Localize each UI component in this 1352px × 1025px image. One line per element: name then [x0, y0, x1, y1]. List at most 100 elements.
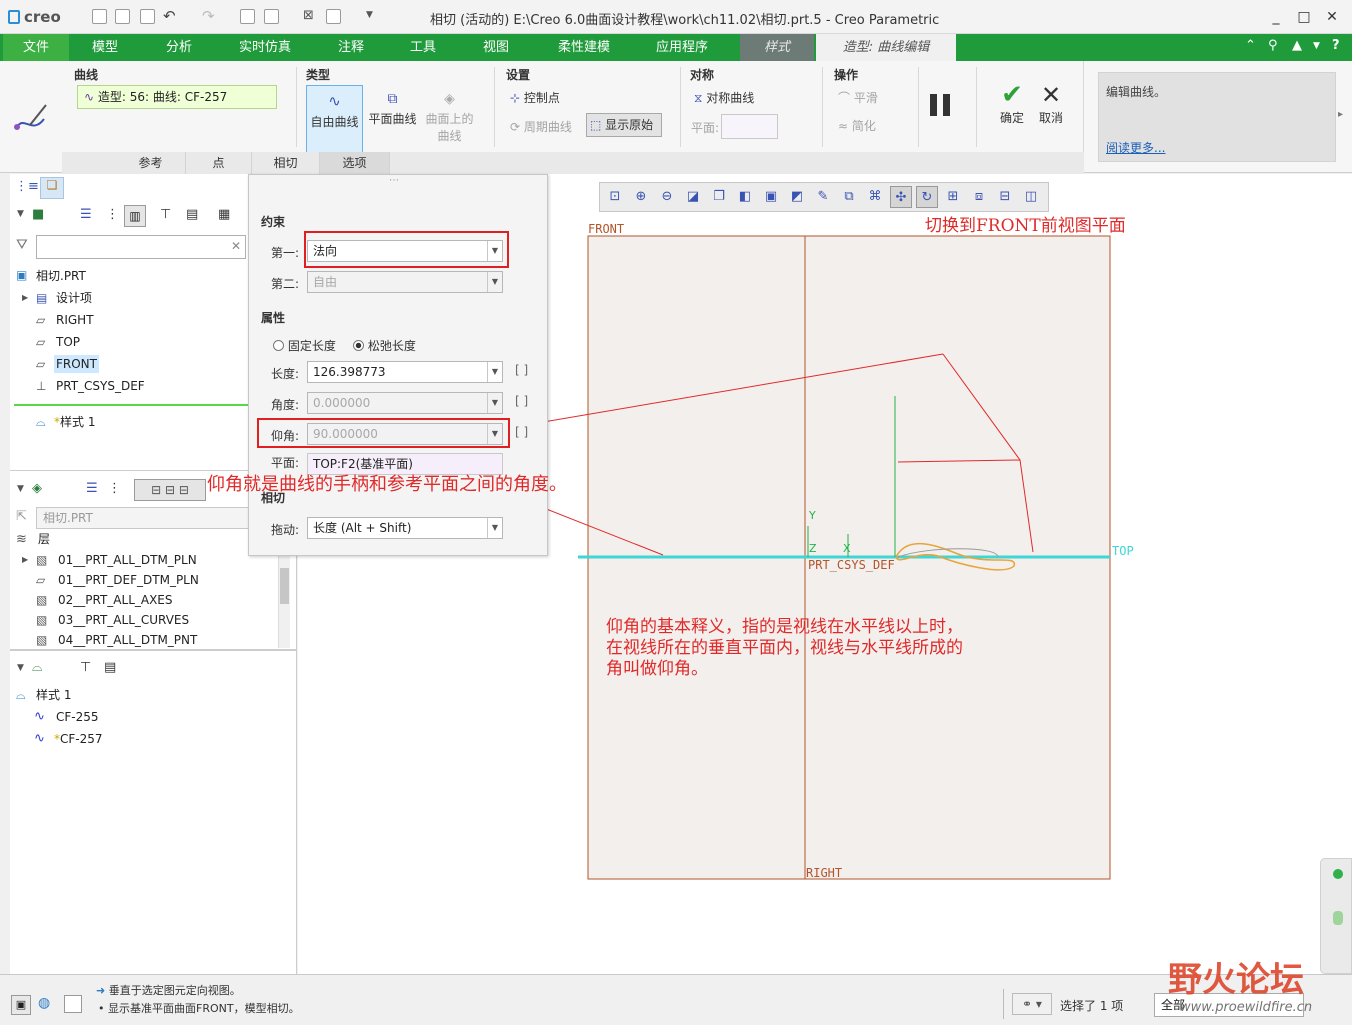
- tree-item-style[interactable]: *样式 1: [54, 413, 95, 431]
- menu-simulate[interactable]: 实时仿真: [226, 34, 304, 61]
- layer-tools-icon[interactable]: ⊟ ⊟ ⊟: [134, 479, 206, 501]
- angle-bracket-icon[interactable]: [ ]: [515, 394, 528, 408]
- tree-item-right[interactable]: RIGHT: [56, 311, 94, 329]
- angle-input[interactable]: 0.000000 ▼: [307, 392, 503, 414]
- ok-button[interactable]: ✔ 确定: [992, 81, 1032, 126]
- folder-browser-tab-icon[interactable]: ❏: [40, 177, 64, 199]
- layer-item[interactable]: 03__PRT_ALL_CURVES: [58, 611, 189, 629]
- tab-references[interactable]: 参考: [116, 152, 186, 174]
- tree-table-icon[interactable]: ▦: [218, 207, 230, 222]
- cos-curve-button[interactable]: ◈ 曲面上的 曲线: [422, 85, 477, 153]
- search-icon[interactable]: ⚲: [1268, 38, 1278, 53]
- save-icon[interactable]: [140, 9, 155, 24]
- planar-curve-button[interactable]: ⧉ 平面曲线: [365, 85, 420, 153]
- open-file-icon[interactable]: [115, 9, 130, 24]
- tree-search-input[interactable]: ✕: [36, 235, 246, 259]
- tree-columns-icon[interactable]: ⋮: [106, 207, 119, 222]
- style-curve-item[interactable]: CF-255: [56, 708, 99, 726]
- maximize-button[interactable]: □: [1290, 6, 1318, 28]
- menu-applications[interactable]: 应用程序: [640, 34, 724, 61]
- layer-item[interactable]: 01__PRT_DEF_DTM_PLN: [58, 571, 199, 589]
- dropdown-arrow-icon[interactable]: ▼: [1313, 41, 1320, 51]
- browser-toggle-icon[interactable]: ◍: [38, 995, 50, 1011]
- style-tree-root[interactable]: 样式 1: [36, 686, 71, 704]
- tree-root-part[interactable]: 相切.PRT: [36, 267, 86, 285]
- curve-collector[interactable]: ∿ 造型: 56: 曲线: CF-257: [77, 85, 277, 109]
- panel-grip[interactable]: ⋯: [389, 175, 399, 186]
- undo-icon[interactable]: ↶: [163, 7, 176, 25]
- style-curve-item[interactable]: *CF-257: [54, 730, 103, 748]
- relax-length-radio[interactable]: 松弛长度: [353, 337, 416, 354]
- menu-view[interactable]: 视图: [463, 34, 529, 61]
- pause-button[interactable]: [930, 94, 952, 116]
- ribbon-scroll-icon[interactable]: ▸: [1338, 109, 1343, 120]
- customize-chevron-icon[interactable]: ▼: [366, 10, 373, 20]
- second-constraint-select[interactable]: 自由 ▼: [307, 271, 503, 293]
- fullscreen-icon[interactable]: [64, 995, 82, 1013]
- expand-arrow-icon[interactable]: ▶: [22, 555, 28, 564]
- style-filter-icon[interactable]: ⊤: [80, 660, 91, 675]
- layer-item[interactable]: 01__PRT_ALL_DTM_PLN: [58, 551, 197, 569]
- style-show-icon[interactable]: ▤: [104, 660, 116, 675]
- tree-collapse-arrow-icon[interactable]: ▼: [17, 209, 24, 219]
- tab-options[interactable]: 选项: [320, 152, 390, 174]
- menu-tools[interactable]: 工具: [390, 34, 456, 61]
- find-binoculars-icon[interactable]: ⚭ ▾: [1012, 993, 1052, 1015]
- tab-points[interactable]: 点: [186, 152, 252, 174]
- tree-show-icon[interactable]: ▤: [186, 207, 198, 222]
- menu-style[interactable]: 样式: [740, 34, 814, 61]
- sketch-icon[interactable]: [326, 9, 341, 24]
- drag-select[interactable]: 长度 (Alt + Shift) ▼: [307, 517, 503, 539]
- layer-scrollbar[interactable]: [278, 552, 290, 648]
- free-curve-button[interactable]: ∿ 自由曲线: [306, 85, 363, 153]
- layer-columns-icon[interactable]: ⋮: [108, 481, 121, 496]
- menu-annotate[interactable]: 注释: [318, 34, 384, 61]
- new-file-icon[interactable]: [92, 9, 107, 24]
- tree-item-design-items[interactable]: 设计项: [56, 289, 92, 307]
- smooth-button[interactable]: ⌒ 平滑: [838, 89, 878, 106]
- fixed-length-radio[interactable]: 固定长度: [273, 337, 336, 354]
- graduation-cap-icon[interactable]: ▲: [1292, 38, 1302, 53]
- show-original-toggle[interactable]: ⬚ 显示原始: [586, 113, 662, 137]
- tree-item-front[interactable]: FRONT: [54, 355, 99, 373]
- menu-flexible[interactable]: 柔性建模: [545, 34, 623, 61]
- tree-settings-icon[interactable]: ▥: [124, 205, 146, 227]
- clear-search-icon[interactable]: ✕: [231, 239, 241, 253]
- tree-list-icon[interactable]: ☰: [80, 207, 92, 222]
- layer-item[interactable]: 02__PRT_ALL_AXES: [58, 591, 173, 609]
- tree-item-top[interactable]: TOP: [56, 333, 80, 351]
- style-collapse-arrow-icon[interactable]: ▼: [17, 663, 24, 673]
- close-button[interactable]: ✕: [1318, 6, 1346, 28]
- periodic-curve-checkbox[interactable]: ⟳ 周期曲线: [510, 118, 572, 135]
- tab-tangency[interactable]: 相切: [252, 152, 320, 174]
- windows-icon[interactable]: [264, 9, 279, 24]
- menu-analysis[interactable]: 分析: [146, 34, 212, 61]
- cancel-button[interactable]: ✕ 取消: [1031, 81, 1071, 126]
- tree-filter-icon[interactable]: ⊤: [160, 207, 171, 222]
- minimize-button[interactable]: _: [1262, 6, 1290, 28]
- control-point-checkbox[interactable]: ⊹ 控制点: [510, 89, 560, 106]
- insert-indicator[interactable]: [14, 404, 248, 406]
- regenerate-icon[interactable]: [240, 9, 255, 24]
- symmetry-plane-collector[interactable]: [721, 114, 778, 139]
- symmetry-curve-button[interactable]: ⧖ 对称曲线: [694, 89, 754, 106]
- menu-model[interactable]: 模型: [72, 34, 138, 61]
- collapse-ribbon-icon[interactable]: ⌃: [1245, 38, 1256, 53]
- menu-file[interactable]: 文件: [3, 34, 69, 61]
- simplify-button[interactable]: ≈ 简化: [838, 117, 876, 134]
- length-bracket-icon[interactable]: [ ]: [515, 363, 528, 377]
- elevation-bracket-icon[interactable]: [ ]: [515, 425, 528, 439]
- model-tree-tab-icon[interactable]: ⋮≡: [15, 179, 39, 194]
- navigator-toggle-icon[interactable]: ▣: [11, 995, 31, 1015]
- expand-arrow-icon[interactable]: ▶: [22, 293, 28, 302]
- length-input[interactable]: 126.398773 ▼: [307, 361, 503, 383]
- layer-collapse-arrow-icon[interactable]: ▼: [17, 484, 24, 494]
- read-more-link[interactable]: 阅读更多...: [1106, 139, 1165, 156]
- redo-icon[interactable]: ↷: [202, 7, 215, 25]
- tree-item-csys[interactable]: PRT_CSYS_DEF: [56, 377, 145, 395]
- close-window-icon[interactable]: ⊠: [303, 8, 314, 23]
- menu-curve-edit[interactable]: 造型: 曲线编辑: [816, 34, 956, 61]
- help-icon[interactable]: ?: [1332, 38, 1340, 53]
- layer-list-icon[interactable]: ☰: [86, 481, 98, 496]
- layer-item[interactable]: 04__PRT_ALL_DTM_PNT: [58, 631, 197, 649]
